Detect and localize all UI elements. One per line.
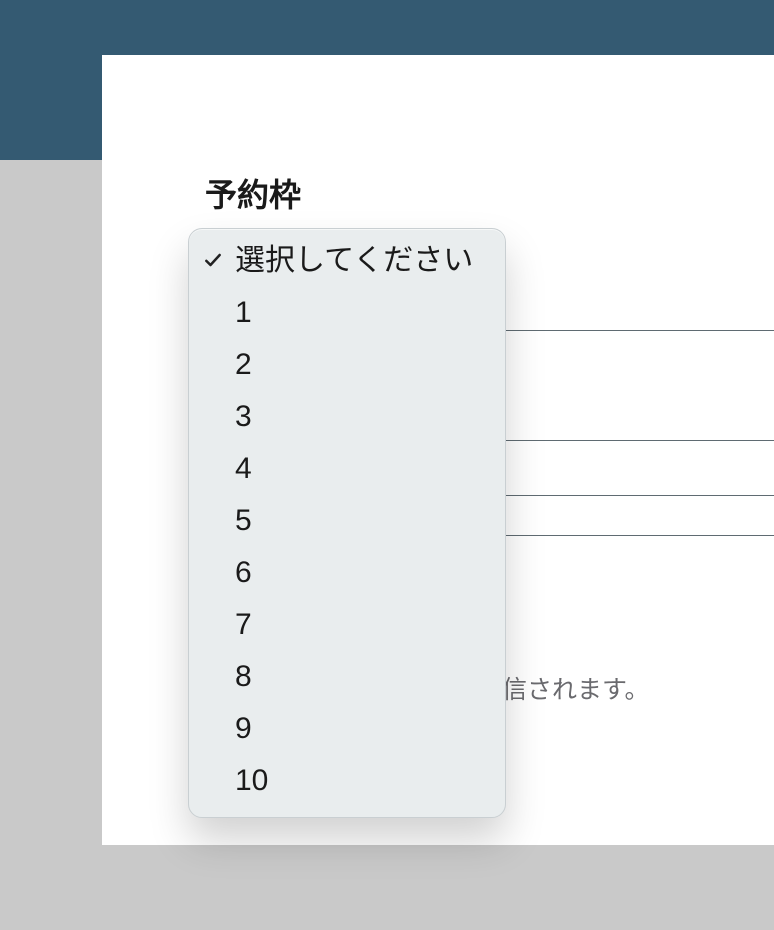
select-option-label: 1	[235, 296, 252, 329]
input-underline	[502, 535, 774, 536]
select-option-label: 2	[235, 348, 252, 381]
reservation-slot-select-menu[interactable]: 選択してください 1 2 3 4 5 6 7 8 9 10	[188, 228, 506, 818]
select-option-3[interactable]: 3	[189, 391, 505, 443]
select-option-label: 3	[235, 400, 252, 433]
input-underline	[502, 495, 774, 496]
select-option-1[interactable]: 1	[189, 287, 505, 339]
select-option-6[interactable]: 6	[189, 547, 505, 599]
select-option-label: 4	[235, 452, 252, 485]
check-icon	[203, 250, 223, 270]
select-option-label: 10	[235, 764, 268, 797]
select-option-label: 選択してください	[235, 244, 473, 277]
select-option-7[interactable]: 7	[189, 599, 505, 651]
input-underline	[502, 440, 774, 441]
helper-text: 信されます。	[502, 670, 650, 706]
select-option-5[interactable]: 5	[189, 495, 505, 547]
select-option-label: 7	[235, 608, 252, 641]
select-option-label: 8	[235, 660, 252, 693]
select-option-9[interactable]: 9	[189, 703, 505, 755]
select-option-8[interactable]: 8	[189, 651, 505, 703]
select-option-label: 5	[235, 504, 252, 537]
select-option-10[interactable]: 10	[189, 755, 505, 807]
select-option-placeholder[interactable]: 選択してください	[189, 235, 505, 287]
input-underline	[502, 330, 774, 331]
select-option-2[interactable]: 2	[189, 339, 505, 391]
select-option-4[interactable]: 4	[189, 443, 505, 495]
field-label-reservation-slots: 予約枠	[205, 170, 774, 216]
select-option-label: 9	[235, 712, 252, 745]
select-option-label: 6	[235, 556, 252, 589]
